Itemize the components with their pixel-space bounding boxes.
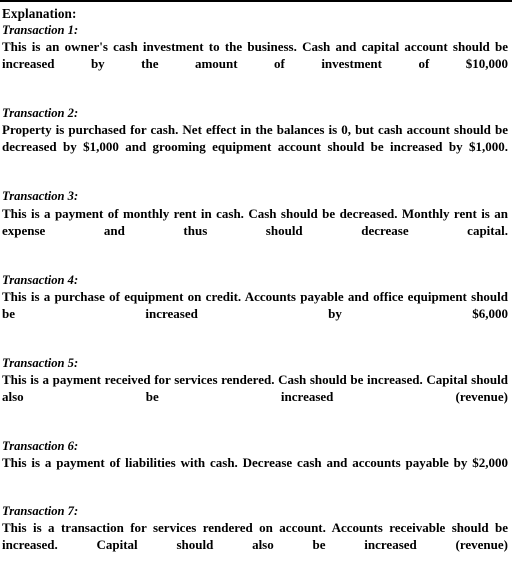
transaction-block-3: Transaction 3: This is a payment of mont… bbox=[2, 188, 508, 255]
transaction-body-1: This is an owner's cash investment to th… bbox=[2, 39, 508, 72]
transaction-label-4: Transaction 4: bbox=[2, 272, 79, 287]
transaction-body-4: This is a purchase of equipment on credi… bbox=[2, 288, 508, 321]
top-horizontal-rule bbox=[0, 0, 512, 2]
transaction-block-7: Transaction 7: This is a transaction for… bbox=[2, 503, 508, 570]
transaction-label-7: Transaction 7: bbox=[2, 504, 79, 519]
page-title: Explanation: bbox=[2, 6, 77, 21]
explanation-document-page: Explanation: Transaction 1: This is an o… bbox=[0, 0, 512, 552]
transaction-label-2: Transaction 2: bbox=[2, 106, 79, 121]
transaction-block-5: Transaction 5: This is a payment receive… bbox=[2, 355, 508, 422]
transaction-body-6: This is a payment of liabilities with ca… bbox=[2, 455, 508, 471]
transaction-block-2: Transaction 2: Property is purchased for… bbox=[2, 105, 508, 172]
transaction-label-5: Transaction 5: bbox=[2, 355, 79, 370]
transaction-label-1: Transaction 1: bbox=[2, 23, 79, 37]
transaction-label-6: Transaction 6: bbox=[2, 439, 79, 454]
transaction-body-2: Property is purchased for cash. Net effe… bbox=[2, 122, 508, 155]
transaction-body-5: This is a payment received for services … bbox=[2, 372, 508, 405]
transaction-block-6: Transaction 6: This is a payment of liab… bbox=[2, 438, 508, 488]
transaction-label-3: Transaction 3: bbox=[2, 189, 79, 204]
document-content: Explanation: Transaction 1: This is an o… bbox=[2, 6, 508, 570]
transaction-body-3: This is a payment of monthly rent in cas… bbox=[2, 205, 508, 238]
transaction-block-4: Transaction 4: This is a purchase of equ… bbox=[2, 272, 508, 339]
transaction-body-7: This is a transaction for services rende… bbox=[2, 520, 508, 553]
transaction-block-1: Transaction 1: This is an owner's cash i… bbox=[2, 22, 508, 89]
